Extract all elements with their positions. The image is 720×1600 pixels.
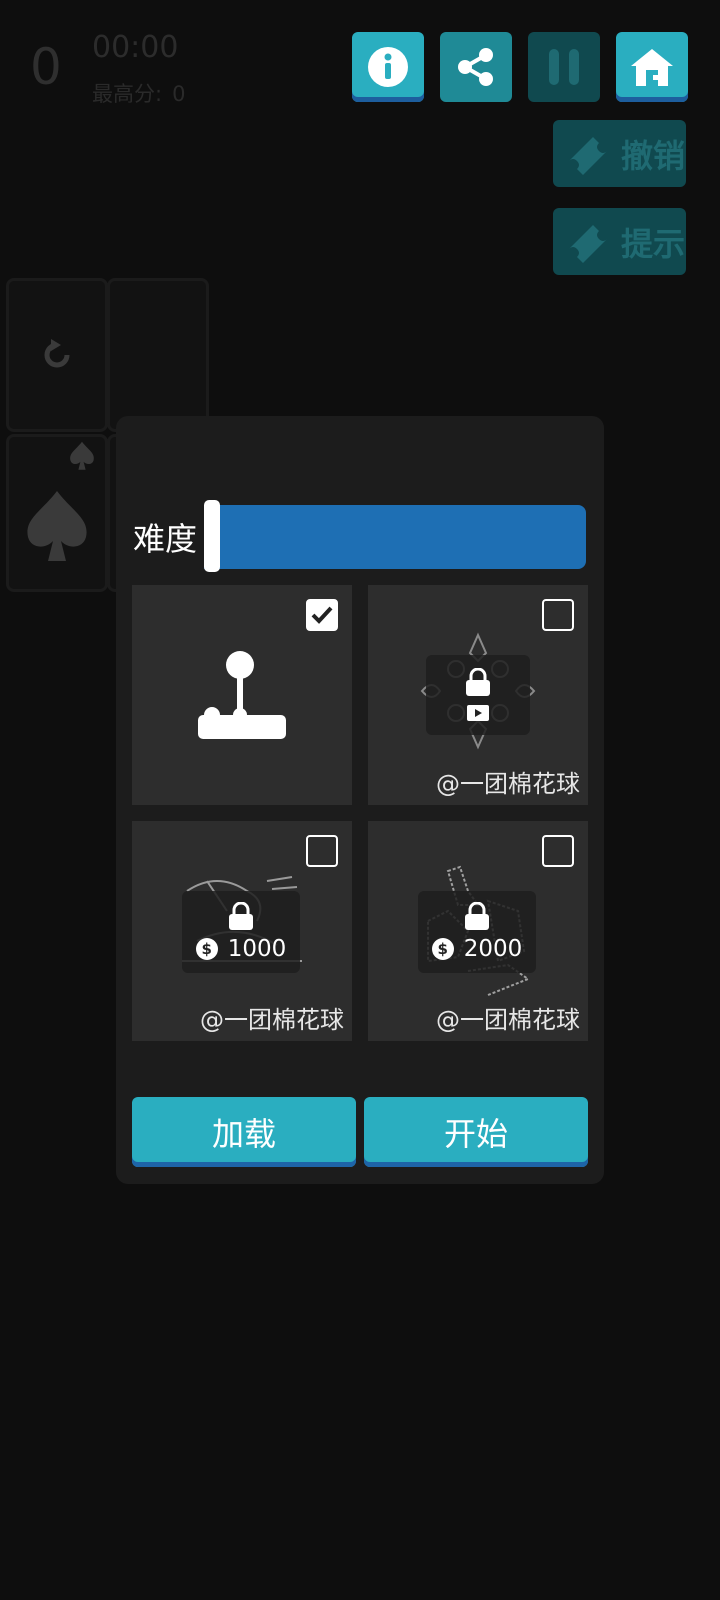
ticket-icon	[569, 224, 607, 263]
price-row-4: $ 2000	[431, 936, 523, 962]
stock-pile[interactable]	[6, 278, 108, 432]
lock-overlay-4: $ 2000	[418, 891, 536, 973]
home-icon	[631, 49, 673, 86]
hint-button[interactable]: 提示	[553, 208, 686, 275]
lock-icon	[465, 902, 489, 930]
card-back-option-1[interactable]	[132, 585, 352, 805]
card-credit-3: @一团棉花球	[200, 1006, 344, 1034]
spade-small-icon	[70, 441, 94, 470]
lock-icon	[466, 668, 490, 696]
new-game-dialog: 难度 简单	[116, 416, 604, 1184]
refresh-icon	[44, 339, 70, 368]
foundation-spades[interactable]	[6, 434, 108, 592]
start-button[interactable]: 开始	[364, 1097, 588, 1167]
difficulty-label: 难度	[133, 520, 198, 558]
lock-overlay-3: $ 1000	[182, 891, 300, 973]
card-back-option-3[interactable]: $ 1000 @一团棉花球	[132, 821, 352, 1041]
best-score-label: 最高分:	[92, 82, 163, 106]
card-checkbox-3[interactable]	[306, 835, 338, 867]
price-row-3: $ 1000	[195, 936, 287, 962]
video-ad-icon	[467, 705, 489, 721]
info-button[interactable]	[352, 32, 424, 102]
difficulty-slider-handle[interactable]	[204, 500, 220, 572]
card-checkbox-1[interactable]	[306, 599, 338, 631]
coin-icon: $	[195, 938, 218, 960]
hint-label: 提示	[621, 224, 686, 263]
card-credit-2: @一团棉花球	[436, 770, 580, 798]
undo-button[interactable]: 撤销	[553, 120, 686, 187]
score-value: 0	[30, 38, 62, 96]
card-back-option-2[interactable]: @一团棉花球	[368, 585, 588, 805]
card-back-option-4[interactable]: $ 2000 @一团棉花球	[368, 821, 588, 1041]
share-icon	[458, 48, 493, 86]
ticket-icon	[569, 136, 607, 175]
card-checkbox-4[interactable]	[542, 835, 574, 867]
checkmark-icon	[311, 606, 333, 624]
price-value-4: 2000	[463, 936, 523, 962]
info-icon	[368, 47, 408, 87]
share-button[interactable]	[440, 32, 512, 102]
card-credit-4: @一团棉花球	[436, 1006, 580, 1034]
coin-icon: $	[431, 938, 454, 960]
difficulty-slider[interactable]: 简单	[204, 505, 586, 647]
pause-icon	[549, 49, 579, 85]
pause-button[interactable]	[528, 32, 600, 102]
best-score-value: 0	[172, 82, 186, 106]
lock-overlay-2	[426, 655, 530, 735]
undo-label: 撤销	[621, 136, 686, 175]
card-checkbox-2[interactable]	[542, 599, 574, 631]
timer-value: 00:00	[92, 30, 179, 65]
lock-icon	[229, 902, 253, 930]
spade-icon	[27, 491, 87, 561]
home-button[interactable]	[616, 32, 688, 102]
price-value-3: 1000	[227, 936, 287, 962]
waste-pile[interactable]	[107, 278, 209, 432]
joystick-icon	[198, 651, 286, 739]
best-score: 最高分: 0	[92, 78, 185, 108]
load-button[interactable]: 加载	[132, 1097, 356, 1167]
